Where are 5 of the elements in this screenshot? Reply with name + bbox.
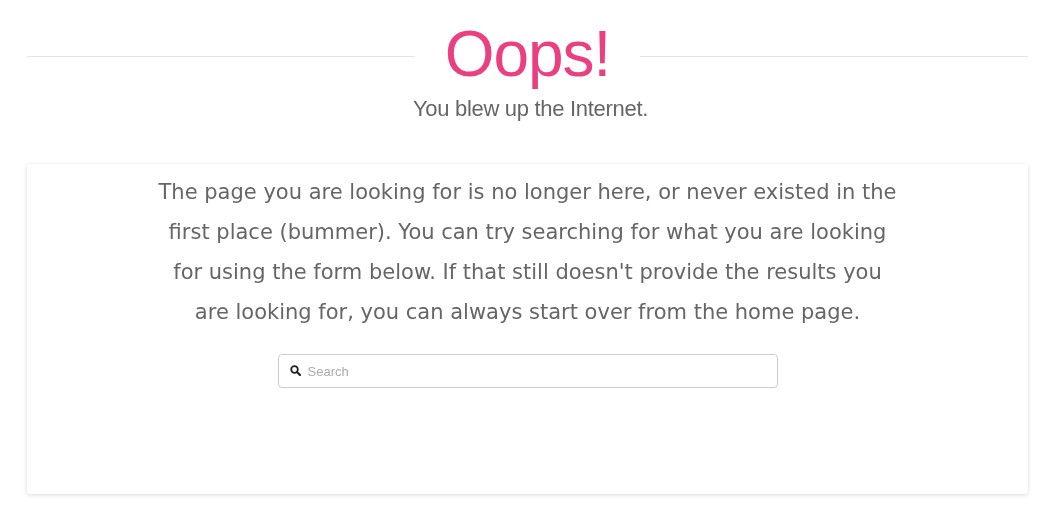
error-message: The page you are looking for is no longer here, or never existed in the first place (bummer). You can try searching for what you are looking for using the form below. If that still doesn't provide the results you are looking for, you can always start over from the home page. xyxy=(157,179,898,326)
subtitle: You blew up the Internet. xyxy=(411,96,650,122)
page-title: Oops! xyxy=(444,18,611,90)
search-icon xyxy=(289,365,301,376)
search-field[interactable]: Search xyxy=(277,354,778,388)
